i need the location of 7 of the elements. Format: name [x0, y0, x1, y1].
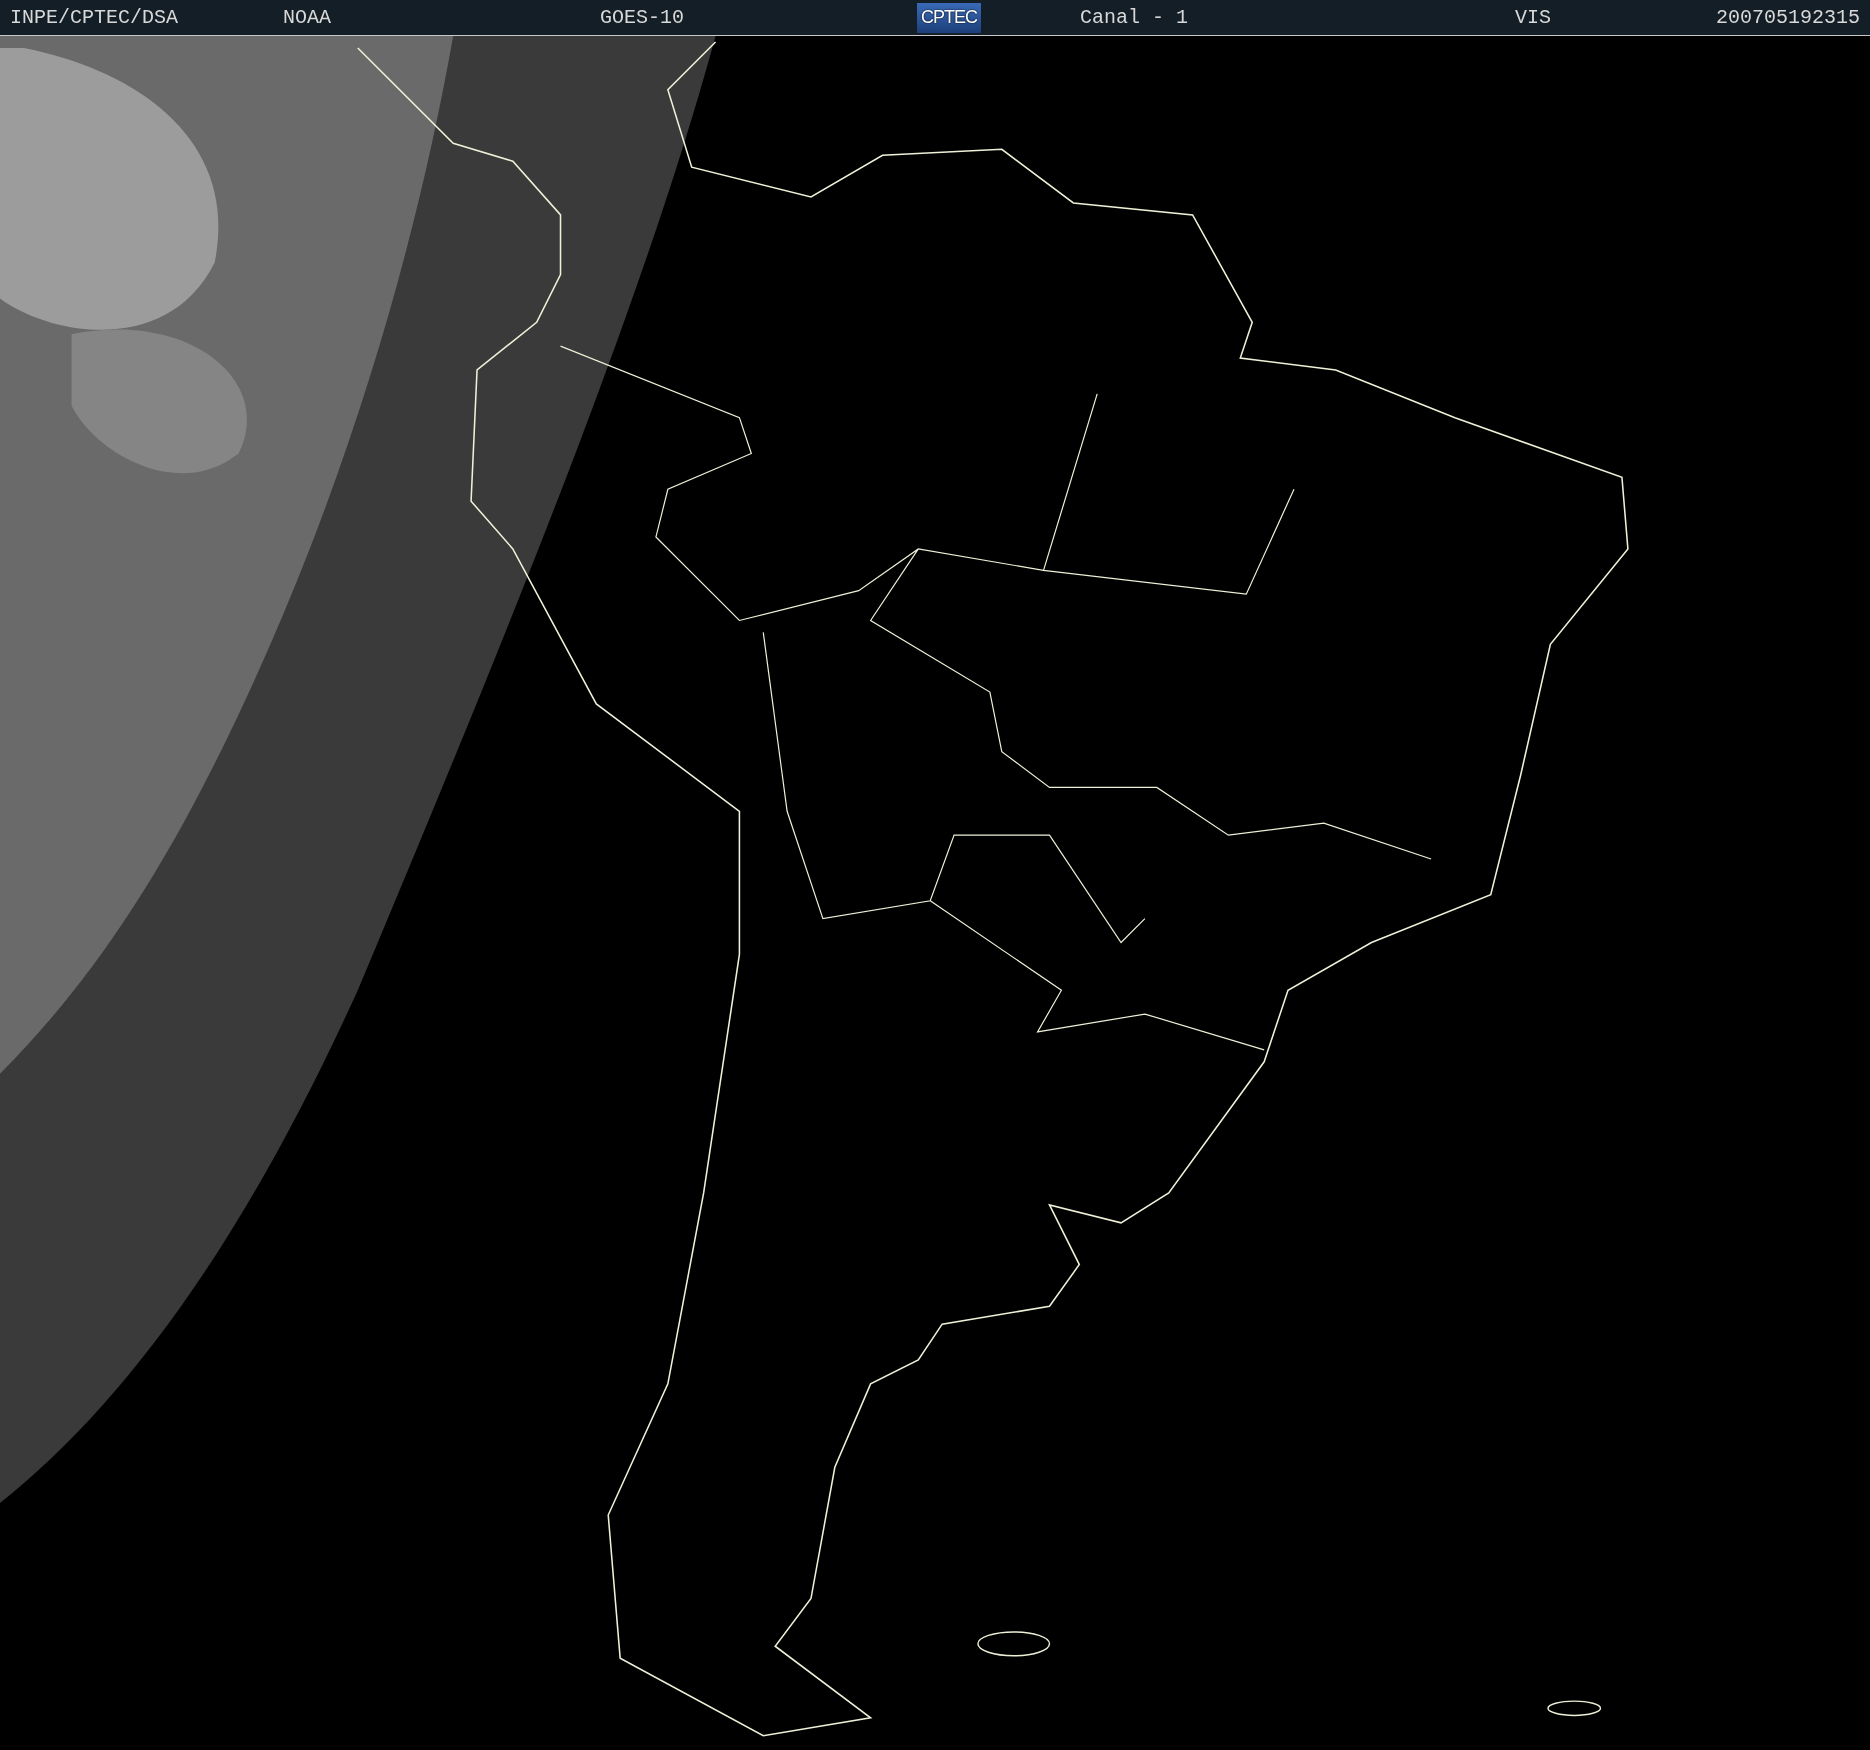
timestamp-label: 200705192315 — [1715, 6, 1860, 29]
channel-label: Canal - 1 — [1080, 6, 1189, 29]
cptec-logo: CPTEC — [917, 2, 981, 33]
satellite-label: GOES-10 — [600, 6, 684, 29]
agency-label: INPE/CPTEC/DSA — [10, 6, 179, 29]
source-label: NOAA — [283, 6, 331, 29]
band-label: VIS — [1515, 6, 1551, 29]
